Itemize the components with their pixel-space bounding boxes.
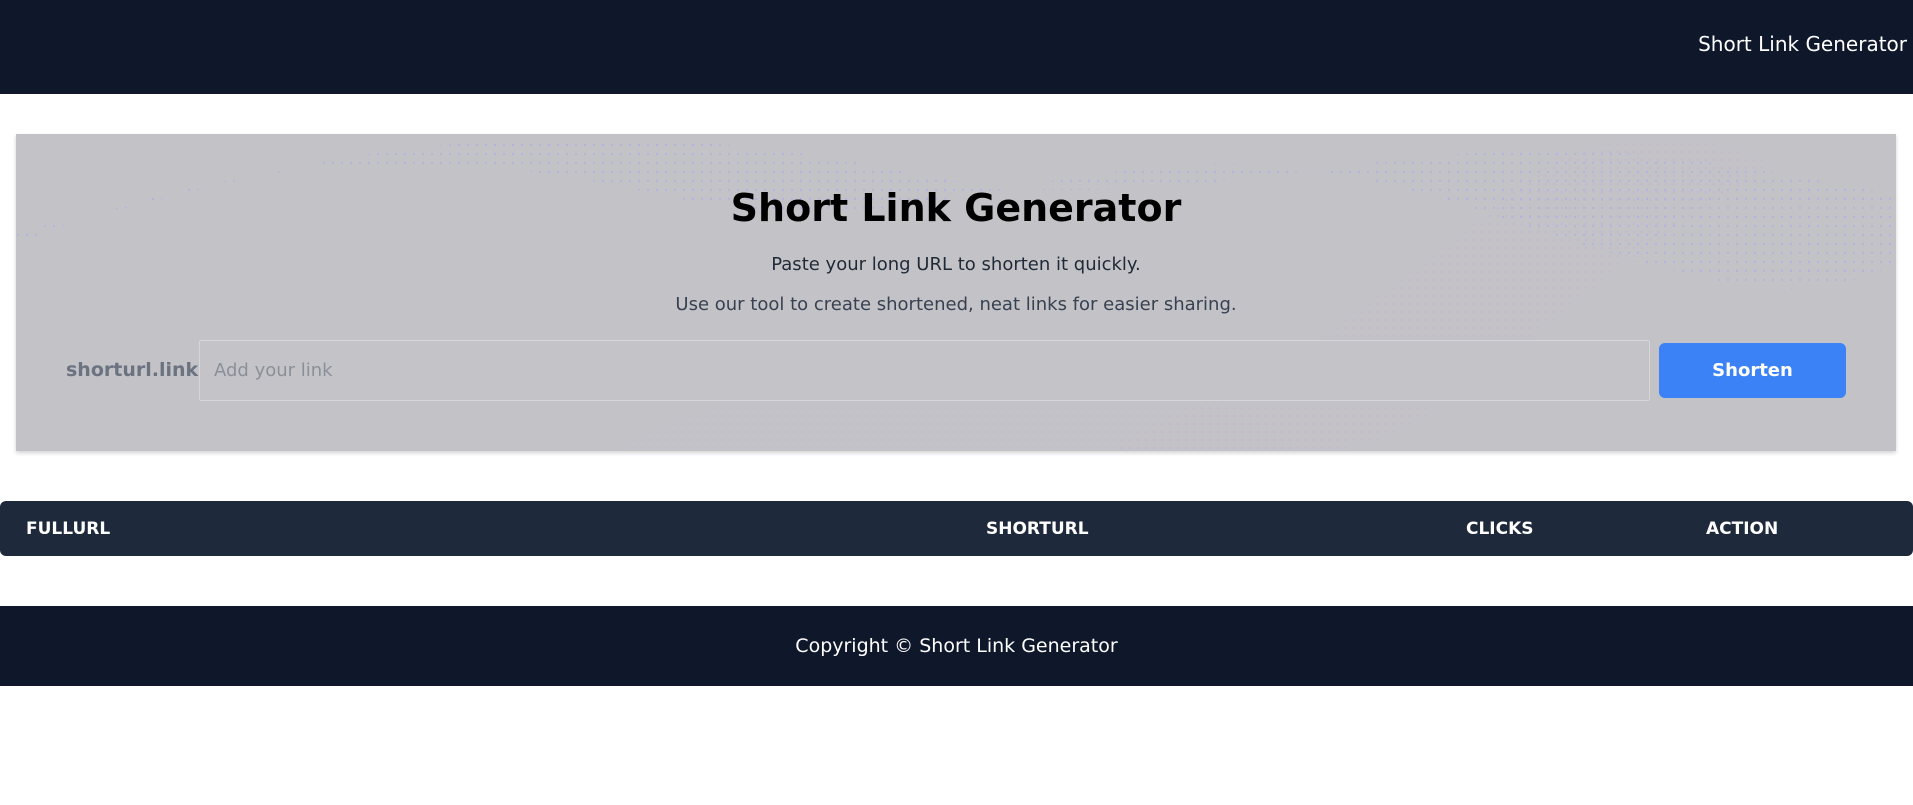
hero-description: Use our tool to create shortened, neat l… bbox=[675, 294, 1237, 315]
page-footer: Copyright © Short Link Generator bbox=[0, 606, 1913, 686]
top-navbar: Short Link Generator bbox=[0, 0, 1913, 94]
column-header-fullurl: FULLURL bbox=[26, 519, 111, 539]
hero-section: Short Link Generator Paste your long URL… bbox=[16, 134, 1896, 451]
hero-background-pattern bbox=[16, 138, 1896, 451]
hero-title: Short Link Generator bbox=[730, 186, 1182, 230]
column-header-clicks: CLICKS bbox=[1466, 519, 1534, 539]
copyright-text: Copyright © Short Link Generator bbox=[795, 635, 1118, 657]
links-table-header: FULLURL SHORTURL CLICKS ACTION bbox=[0, 501, 1913, 556]
brand-link[interactable]: Short Link Generator bbox=[1698, 32, 1907, 56]
link-input[interactable] bbox=[199, 340, 1650, 401]
url-prefix-label: shorturl.link / bbox=[66, 359, 212, 381]
column-header-shorturl: SHORTURL bbox=[986, 519, 1089, 539]
column-header-action: ACTION bbox=[1706, 519, 1779, 539]
hero-subtitle: Paste your long URL to shorten it quickl… bbox=[771, 254, 1141, 275]
shorten-button[interactable]: Shorten bbox=[1659, 343, 1846, 398]
